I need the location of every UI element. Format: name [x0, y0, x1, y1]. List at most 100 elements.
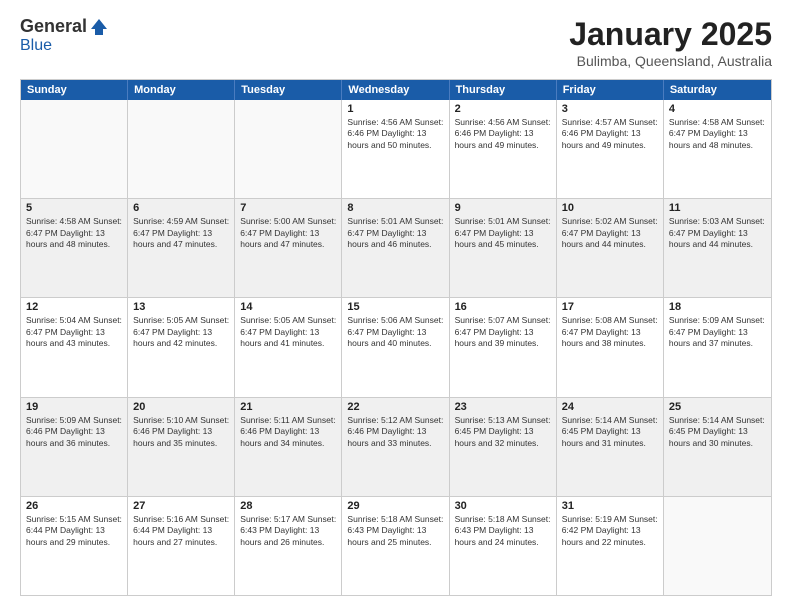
logo-general-text: General: [20, 16, 87, 37]
header: General Blue January 2025 Bulimba, Queen…: [20, 16, 772, 69]
calendar-header-sunday: Sunday: [21, 80, 128, 100]
day-number: 4: [669, 103, 766, 115]
day-info: Sunrise: 5:09 AM Sunset: 6:47 PM Dayligh…: [669, 315, 766, 349]
logo-icon: [89, 17, 109, 37]
calendar-cell: [664, 497, 771, 595]
day-number: 23: [455, 401, 551, 413]
calendar-cell: 12 Sunrise: 5:04 AM Sunset: 6:47 PM Dayli…: [21, 298, 128, 396]
day-number: 3: [562, 103, 658, 115]
calendar-cell: 19 Sunrise: 5:09 AM Sunset: 6:46 PM Dayli…: [21, 398, 128, 496]
day-info: Sunrise: 5:13 AM Sunset: 6:45 PM Dayligh…: [455, 415, 551, 449]
title-block: January 2025 Bulimba, Queensland, Austra…: [569, 16, 772, 69]
calendar-cell: 17Sunrise: 5:08 AM Sunset: 6:47 PM Dayli…: [557, 298, 664, 396]
day-info: Sunrise: 5:00 AM Sunset: 6:47 PM Dayligh…: [240, 216, 336, 250]
day-info: Sunrise: 5:09 AM Sunset: 6:46 PM Dayligh…: [26, 415, 122, 449]
location: Bulimba, Queensland, Australia: [569, 53, 772, 69]
day-number: 10: [562, 202, 658, 214]
calendar-cell: 7Sunrise: 5:00 AM Sunset: 6:47 PM Daylig…: [235, 199, 342, 297]
day-number: 15: [347, 301, 443, 313]
calendar-body: 1 Sunrise: 4:56 AM Sunset: 6:46 PM Daylig…: [21, 100, 771, 595]
calendar-cell: 29 Sunrise: 5:18 AM Sunset: 6:43 PM Dayli…: [342, 497, 449, 595]
calendar-cell: 28 Sunrise: 5:17 AM Sunset: 6:43 PM Dayli…: [235, 497, 342, 595]
calendar-cell: [235, 100, 342, 198]
day-info: Sunrise: 5:10 AM Sunset: 6:46 PM Dayligh…: [133, 415, 229, 449]
calendar-cell: 25Sunrise: 5:14 AM Sunset: 6:45 PM Dayli…: [664, 398, 771, 496]
page: General Blue January 2025 Bulimba, Queen…: [0, 0, 792, 612]
calendar-cell: 6Sunrise: 4:59 AM Sunset: 6:47 PM Daylig…: [128, 199, 235, 297]
day-info: Sunrise: 5:19 AM Sunset: 6:42 PM Dayligh…: [562, 514, 658, 548]
day-number: 24: [562, 401, 658, 413]
day-info: Sunrise: 5:14 AM Sunset: 6:45 PM Dayligh…: [669, 415, 766, 449]
calendar-cell: 26Sunrise: 5:15 AM Sunset: 6:44 PM Dayli…: [21, 497, 128, 595]
day-info: Sunrise: 5:18 AM Sunset: 6:43 PM Dayligh…: [347, 514, 443, 548]
day-number: 27: [133, 500, 229, 512]
calendar-cell: 23 Sunrise: 5:13 AM Sunset: 6:45 PM Dayli…: [450, 398, 557, 496]
calendar-week-4: 19 Sunrise: 5:09 AM Sunset: 6:46 PM Dayli…: [21, 397, 771, 496]
day-info: Sunrise: 4:56 AM Sunset: 6:46 PM Dayligh…: [347, 117, 443, 151]
calendar-cell: 15Sunrise: 5:06 AM Sunset: 6:47 PM Dayli…: [342, 298, 449, 396]
day-info: Sunrise: 4:57 AM Sunset: 6:46 PM Dayligh…: [562, 117, 658, 151]
day-number: 30: [455, 500, 551, 512]
calendar-cell: 31Sunrise: 5:19 AM Sunset: 6:42 PM Dayli…: [557, 497, 664, 595]
calendar-cell: 20 Sunrise: 5:10 AM Sunset: 6:46 PM Dayli…: [128, 398, 235, 496]
calendar-cell: 27 Sunrise: 5:16 AM Sunset: 6:44 PM Dayli…: [128, 497, 235, 595]
day-info: Sunrise: 5:01 AM Sunset: 6:47 PM Dayligh…: [455, 216, 551, 250]
day-info: Sunrise: 5:02 AM Sunset: 6:47 PM Dayligh…: [562, 216, 658, 250]
day-number: 13: [133, 301, 229, 313]
day-number: 19: [26, 401, 122, 413]
calendar-cell: 8 Sunrise: 5:01 AM Sunset: 6:47 PM Daylig…: [342, 199, 449, 297]
day-info: Sunrise: 5:16 AM Sunset: 6:44 PM Dayligh…: [133, 514, 229, 548]
day-number: 12: [26, 301, 122, 313]
day-info: Sunrise: 5:04 AM Sunset: 6:47 PM Dayligh…: [26, 315, 122, 349]
calendar-cell: 9Sunrise: 5:01 AM Sunset: 6:47 PM Daylig…: [450, 199, 557, 297]
calendar-cell: 30Sunrise: 5:18 AM Sunset: 6:43 PM Dayli…: [450, 497, 557, 595]
day-info: Sunrise: 5:05 AM Sunset: 6:47 PM Dayligh…: [133, 315, 229, 349]
calendar-cell: 2Sunrise: 4:56 AM Sunset: 6:46 PM Daylig…: [450, 100, 557, 198]
day-info: Sunrise: 5:17 AM Sunset: 6:43 PM Dayligh…: [240, 514, 336, 548]
calendar-week-2: 5Sunrise: 4:58 AM Sunset: 6:47 PM Daylig…: [21, 198, 771, 297]
day-info: Sunrise: 5:14 AM Sunset: 6:45 PM Dayligh…: [562, 415, 658, 449]
calendar-cell: 11 Sunrise: 5:03 AM Sunset: 6:47 PM Dayli…: [664, 199, 771, 297]
calendar-cell: 24 Sunrise: 5:14 AM Sunset: 6:45 PM Dayli…: [557, 398, 664, 496]
calendar-header-friday: Friday: [557, 80, 664, 100]
calendar-cell: 13 Sunrise: 5:05 AM Sunset: 6:47 PM Dayli…: [128, 298, 235, 396]
day-number: 21: [240, 401, 336, 413]
day-info: Sunrise: 5:11 AM Sunset: 6:46 PM Dayligh…: [240, 415, 336, 449]
calendar-cell: [128, 100, 235, 198]
calendar-cell: 18Sunrise: 5:09 AM Sunset: 6:47 PM Dayli…: [664, 298, 771, 396]
day-info: Sunrise: 5:01 AM Sunset: 6:47 PM Dayligh…: [347, 216, 443, 250]
day-number: 2: [455, 103, 551, 115]
calendar-cell: 3 Sunrise: 4:57 AM Sunset: 6:46 PM Daylig…: [557, 100, 664, 198]
calendar-header-tuesday: Tuesday: [235, 80, 342, 100]
logo: General Blue: [20, 16, 109, 55]
day-info: Sunrise: 5:07 AM Sunset: 6:47 PM Dayligh…: [455, 315, 551, 349]
calendar-week-1: 1 Sunrise: 4:56 AM Sunset: 6:46 PM Daylig…: [21, 100, 771, 198]
day-number: 28: [240, 500, 336, 512]
day-info: Sunrise: 4:58 AM Sunset: 6:47 PM Dayligh…: [669, 117, 766, 151]
calendar-cell: 1 Sunrise: 4:56 AM Sunset: 6:46 PM Daylig…: [342, 100, 449, 198]
logo-blue-text: Blue: [20, 37, 52, 55]
calendar-cell: [21, 100, 128, 198]
day-info: Sunrise: 4:59 AM Sunset: 6:47 PM Dayligh…: [133, 216, 229, 250]
day-number: 20: [133, 401, 229, 413]
calendar-header-wednesday: Wednesday: [342, 80, 449, 100]
day-number: 1: [347, 103, 443, 115]
month-title: January 2025: [569, 16, 772, 53]
calendar-header-thursday: Thursday: [450, 80, 557, 100]
day-number: 5: [26, 202, 122, 214]
calendar-header-saturday: Saturday: [664, 80, 771, 100]
day-number: 8: [347, 202, 443, 214]
calendar-cell: 14Sunrise: 5:05 AM Sunset: 6:47 PM Dayli…: [235, 298, 342, 396]
day-info: Sunrise: 5:03 AM Sunset: 6:47 PM Dayligh…: [669, 216, 766, 250]
day-number: 11: [669, 202, 766, 214]
calendar-cell: 10 Sunrise: 5:02 AM Sunset: 6:47 PM Dayli…: [557, 199, 664, 297]
calendar-week-3: 12 Sunrise: 5:04 AM Sunset: 6:47 PM Dayli…: [21, 297, 771, 396]
calendar-cell: 21 Sunrise: 5:11 AM Sunset: 6:46 PM Dayli…: [235, 398, 342, 496]
day-number: 16: [455, 301, 551, 313]
calendar-cell: 16 Sunrise: 5:07 AM Sunset: 6:47 PM Dayli…: [450, 298, 557, 396]
day-number: 29: [347, 500, 443, 512]
calendar-cell: 22Sunrise: 5:12 AM Sunset: 6:46 PM Dayli…: [342, 398, 449, 496]
day-number: 22: [347, 401, 443, 413]
calendar-cell: 5Sunrise: 4:58 AM Sunset: 6:47 PM Daylig…: [21, 199, 128, 297]
calendar-week-5: 26Sunrise: 5:15 AM Sunset: 6:44 PM Dayli…: [21, 496, 771, 595]
